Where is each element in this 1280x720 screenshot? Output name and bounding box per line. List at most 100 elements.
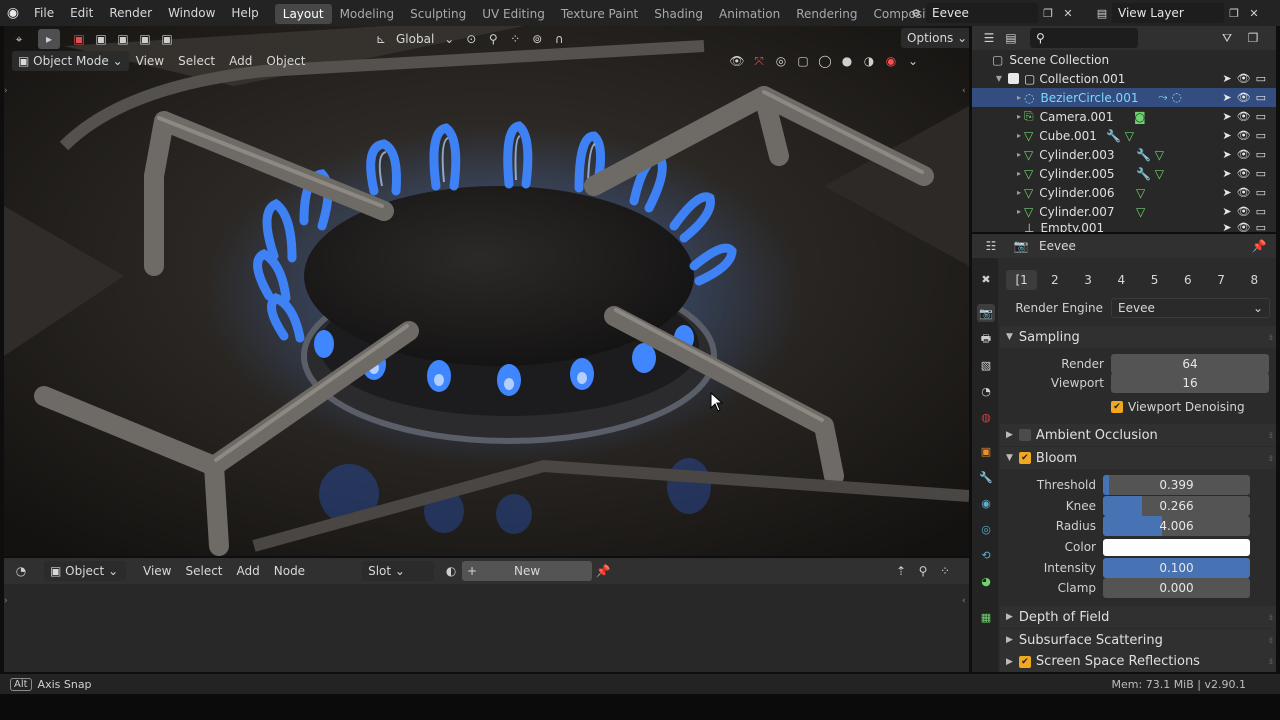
selectable-icon[interactable]: ➤ (1222, 167, 1231, 180)
render-camera-icon[interactable]: ▭ (1256, 72, 1266, 85)
outliner-item-empty[interactable]: ⊥ Empty.001 ➤ 👁 ▭ (972, 221, 1276, 232)
tab-texture-paint[interactable]: Texture Paint (553, 4, 646, 24)
selectable-icon[interactable]: ➤ (1222, 221, 1231, 232)
visibility-eye-icon[interactable]: 👁 (1237, 221, 1251, 232)
slot-tab-1[interactable]: [1 (1006, 270, 1038, 290)
node-menu-add[interactable]: Add (230, 561, 267, 581)
tab-uv-editing[interactable]: UV Editing (474, 4, 553, 24)
pivot-icon[interactable]: ⊙ (460, 29, 482, 49)
visibility-eye-icon[interactable]: 👁 (1237, 148, 1251, 161)
new-view-layer-icon[interactable]: ❐ (1224, 3, 1244, 23)
delete-scene-icon[interactable]: ✕ (1058, 3, 1078, 23)
menu-window[interactable]: Window (160, 0, 223, 26)
outliner-item-cylinder-006[interactable]: ▸ ▽ Cylinder.006 ▽ ➤ 👁 ▭ (972, 183, 1276, 202)
select-mode-subtract-icon[interactable]: ▣ (112, 29, 134, 49)
drag-handle-icon[interactable]: ⁞⁞ (1269, 613, 1273, 622)
render-tab-icon[interactable]: 📷 (977, 304, 995, 322)
viewport-denoising-checkbox[interactable]: ✔ (1111, 401, 1123, 413)
selectable-icon[interactable]: ➤ (1222, 110, 1231, 123)
modifier-tab-icon[interactable]: 🔧 (977, 468, 995, 486)
expand-icon[interactable]: ▸ (1014, 131, 1024, 140)
render-camera-icon[interactable]: ▭ (1256, 167, 1266, 180)
tab-sculpting[interactable]: Sculpting (402, 4, 474, 24)
clamp-field[interactable]: 0.000 (1103, 578, 1250, 598)
outliner-item-camera[interactable]: ▸ ⎘ Camera.001 ◙ ➤ 👁 ▭ (972, 107, 1276, 126)
expand-icon[interactable]: ▸ (1014, 150, 1024, 159)
editor-type-icon[interactable]: ⌖ (8, 29, 30, 49)
visibility-eye-icon[interactable]: 👁 (1237, 167, 1251, 180)
constraints-tab-icon[interactable]: ⟲ (977, 546, 995, 564)
data-tab-icon[interactable]: ◕ (977, 572, 995, 590)
ssr-panel-header[interactable]: ▶ ✔ Screen Space Reflections ⁞⁞ (1000, 651, 1276, 672)
view-layer-browse-icon[interactable]: ▤ (1092, 3, 1112, 23)
shader-editor[interactable]: ◔ ▣ Object ⌄ View Select Add Node Slot ⌄… (4, 558, 969, 672)
slot-tab-4[interactable]: 4 (1105, 270, 1137, 290)
menu-render[interactable]: Render (101, 0, 160, 26)
tab-animation[interactable]: Animation (711, 4, 788, 24)
physics-tab-icon[interactable]: ◎ (977, 520, 995, 538)
overlay-icon[interactable]: ◎ (770, 51, 792, 71)
slot-tab-3[interactable]: 3 (1072, 270, 1104, 290)
select-mode-invert-icon[interactable]: ▣ (134, 29, 156, 49)
visibility-eye-icon[interactable]: 👁 (1237, 72, 1251, 85)
delete-view-layer-icon[interactable]: ✕ (1244, 3, 1264, 23)
object-mode-dropdown[interactable]: ▣ Object Mode ⌄ (12, 51, 129, 71)
render-camera-icon[interactable]: ▭ (1256, 129, 1266, 142)
render-camera-icon[interactable]: ▭ (1256, 186, 1266, 199)
visibility-eye-icon[interactable]: 👁 (1237, 205, 1251, 218)
radius-slider[interactable]: 4.006 (1103, 516, 1250, 536)
object-type-dropdown[interactable]: ▣ Object ⌄ (44, 561, 126, 581)
outliner-item-cylinder-005[interactable]: ▸ ▽ Cylinder.005 🔧 ▽ ➤ 👁 ▭ (972, 164, 1276, 183)
new-scene-icon[interactable]: ❐ (1038, 3, 1058, 23)
proportional-edit-icon[interactable]: ⊚ (526, 29, 548, 49)
collection-expand-icon[interactable]: ▼ (994, 74, 1004, 83)
selectable-icon[interactable]: ➤ (1222, 186, 1231, 199)
outliner-item-beziercircle[interactable]: ▸ ◌ BezierCircle.001 ⤳ ◌ ➤ 👁 ▭ (972, 88, 1276, 107)
particles-tab-icon[interactable]: ◉ (977, 494, 995, 512)
selectable-icon[interactable]: ➤ (1222, 91, 1231, 104)
menu-edit[interactable]: Edit (62, 0, 101, 26)
tab-layout[interactable]: Layout (274, 4, 332, 24)
view-layer-field[interactable]: View Layer (1112, 3, 1224, 23)
render-camera-icon[interactable]: ▭ (1256, 221, 1266, 232)
slot-tab-7[interactable]: 7 (1205, 270, 1237, 290)
outliner-item-cube[interactable]: ▸ ▽ Cube.001 🔧 ▽ ➤ 👁 ▭ (972, 126, 1276, 145)
drag-handle-icon[interactable]: ⁞⁞ (1269, 333, 1273, 342)
ambient-occlusion-checkbox[interactable] (1018, 429, 1031, 441)
render-camera-icon[interactable]: ▭ (1256, 91, 1266, 104)
viewport-menu-add[interactable]: Add (222, 51, 259, 71)
selectable-icon[interactable]: ➤ (1222, 129, 1231, 142)
slot-tab-2[interactable]: 2 (1039, 270, 1071, 290)
menu-file[interactable]: File (26, 0, 62, 26)
knee-slider[interactable]: 0.266 (1103, 496, 1250, 516)
expand-icon[interactable]: ▸ (1014, 169, 1024, 178)
expand-icon[interactable]: ▸ (1014, 188, 1024, 197)
tab-modeling[interactable]: Modeling (332, 4, 403, 24)
select-mode-extend-icon[interactable]: ▣ (90, 29, 112, 49)
filter-icon[interactable]: ⛛ (1216, 28, 1238, 48)
slot-tab-8[interactable]: 8 (1238, 270, 1270, 290)
ssr-checkbox[interactable]: ✔ (1018, 655, 1031, 668)
node-snap-icon[interactable]: ⚲ (912, 561, 934, 581)
expand-icon[interactable]: ▸ (1014, 93, 1024, 102)
properties-pin-icon[interactable]: 📌 (1248, 236, 1270, 256)
material-browse-icon[interactable]: ◐ (440, 561, 462, 581)
falloff-icon[interactable]: ∩ (548, 29, 570, 49)
scene-browse-icon[interactable]: ⚙ (906, 3, 926, 23)
outliner-item-cylinder-007[interactable]: ▸ ▽ Cylinder.007 ▽ ➤ 👁 ▭ (972, 202, 1276, 221)
menu-help[interactable]: Help (223, 0, 266, 26)
render-camera-icon[interactable]: ▭ (1256, 148, 1266, 161)
drag-handle-icon[interactable]: ⁞⁞ (1269, 657, 1273, 666)
texture-tab-icon[interactable]: ▦ (977, 608, 995, 626)
bloom-checkbox[interactable]: ✔ (1018, 452, 1031, 464)
shading-chevron-icon[interactable]: ⌄ (902, 51, 924, 71)
object-tab-icon[interactable]: ▣ (977, 442, 995, 460)
render-camera-icon[interactable]: ▭ (1256, 110, 1266, 123)
xray-icon[interactable]: ▢ (792, 51, 814, 71)
visibility-icon[interactable]: 👁 (726, 51, 748, 71)
bloom-color-swatch[interactable] (1103, 539, 1250, 556)
slot-tab-5[interactable]: 5 (1139, 270, 1171, 290)
transform-orientation-dropdown[interactable]: Global (392, 29, 438, 49)
selectable-icon[interactable]: ➤ (1222, 205, 1231, 218)
node-sidebar-expand-icon[interactable]: ‹ (962, 596, 966, 606)
